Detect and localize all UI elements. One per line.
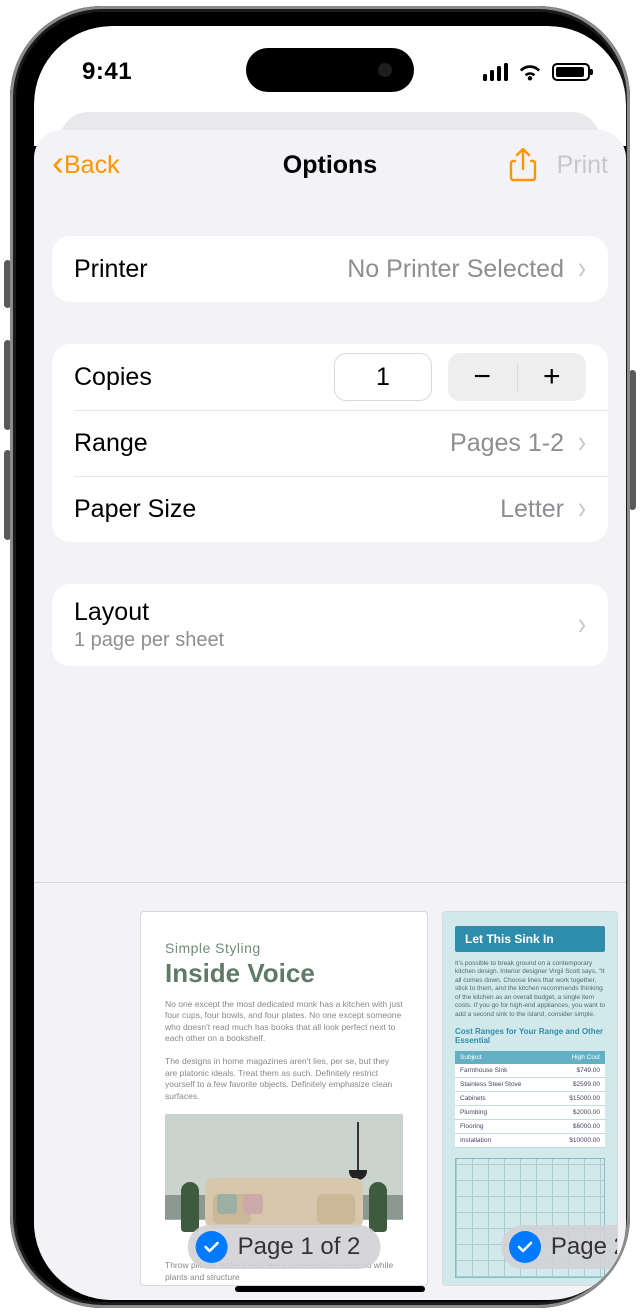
checkmark-icon xyxy=(509,1231,541,1263)
status-time: 9:41 xyxy=(82,58,132,86)
dynamic-island xyxy=(246,48,414,92)
cellular-icon xyxy=(483,63,509,81)
home-indicator[interactable] xyxy=(235,1286,425,1292)
page2-banner: Let This Sink In xyxy=(455,926,605,952)
table-header-subject: Subject xyxy=(455,1051,538,1064)
layout-group: Layout 1 page per sheet › xyxy=(52,584,608,666)
page2-table: Subject High Cost Farmhouse Sink$749.00 … xyxy=(455,1051,605,1148)
print-button[interactable]: Print xyxy=(557,151,608,180)
papersize-row[interactable]: Paper Size Letter › xyxy=(52,476,608,542)
printer-label: Printer xyxy=(74,255,347,284)
table-header-cost: High Cost xyxy=(538,1051,605,1064)
page-thumbnail-1[interactable]: Simple Styling Inside Voice No one excep… xyxy=(140,911,428,1286)
copies-minus-button[interactable]: − xyxy=(448,353,517,401)
printer-value: No Printer Selected xyxy=(347,255,564,284)
page2-subhead: Cost Ranges for Your Range and Other Ess… xyxy=(455,1027,605,1045)
page1-headline: Inside Voice xyxy=(165,958,403,989)
copies-row: Copies 1 − + xyxy=(52,344,608,410)
page2-para: It's possible to break ground on a conte… xyxy=(455,960,605,1019)
checkmark-icon xyxy=(196,1231,228,1263)
phone-body: 9:41 ‹ Back xyxy=(10,6,630,1308)
preview-area: Simple Styling Inside Voice No one excep… xyxy=(34,882,626,1300)
screen: 9:41 ‹ Back xyxy=(34,26,626,1300)
preview-scroll[interactable]: Simple Styling Inside Voice No one excep… xyxy=(140,911,626,1286)
page1-label-text: Page 1 of 2 xyxy=(238,1233,361,1261)
back-label: Back xyxy=(64,151,120,180)
printer-row[interactable]: Printer No Printer Selected › xyxy=(52,236,608,302)
chevron-right-icon: › xyxy=(578,491,586,527)
layout-row[interactable]: Layout 1 page per sheet › xyxy=(52,584,608,666)
nav-right: Print xyxy=(458,148,608,182)
content: Printer No Printer Selected › Copies 1 − xyxy=(34,236,626,666)
page1-kicker: Simple Styling xyxy=(165,940,403,956)
range-value: Pages 1-2 xyxy=(450,429,564,458)
copies-stepper: − + xyxy=(448,353,586,401)
page-title: Options xyxy=(283,151,377,180)
chevron-right-icon: › xyxy=(578,251,586,287)
page-thumbnail-2[interactable]: Let This Sink In It's possible to break … xyxy=(442,911,618,1286)
device-frame: 9:41 ‹ Back xyxy=(0,0,640,1314)
copies-value-box[interactable]: 1 xyxy=(334,353,432,401)
range-label: Range xyxy=(74,429,450,458)
chevron-right-icon: › xyxy=(578,607,586,643)
battery-icon xyxy=(552,63,590,81)
page2-label-text: Page 2 xyxy=(551,1233,618,1261)
side-button xyxy=(629,370,636,510)
copies-label: Copies xyxy=(74,363,318,392)
chevron-left-icon: ‹ xyxy=(52,145,64,181)
chevron-right-icon: › xyxy=(578,425,586,461)
layout-label: Layout xyxy=(74,598,564,627)
settings-group: Copies 1 − + Range Pages 1-2 › xyxy=(52,344,608,542)
wifi-icon xyxy=(517,62,543,82)
papersize-value: Letter xyxy=(500,495,564,524)
papersize-label: Paper Size xyxy=(74,495,500,524)
copies-plus-button[interactable]: + xyxy=(518,353,587,401)
page1-body: No one except the most dedicated monk ha… xyxy=(165,999,403,1102)
page2-label-pill[interactable]: Page 2 xyxy=(501,1225,618,1269)
layout-sublabel: 1 page per sheet xyxy=(74,629,564,652)
back-button[interactable]: ‹ Back xyxy=(52,147,202,183)
range-row[interactable]: Range Pages 1-2 › xyxy=(52,410,608,476)
status-right xyxy=(483,62,591,82)
share-icon[interactable] xyxy=(509,148,537,182)
print-options-sheet: ‹ Back Options Print xyxy=(34,130,626,1300)
navbar: ‹ Back Options Print xyxy=(34,130,626,200)
printer-group: Printer No Printer Selected › xyxy=(52,236,608,302)
page1-label-pill[interactable]: Page 1 of 2 xyxy=(188,1225,381,1269)
